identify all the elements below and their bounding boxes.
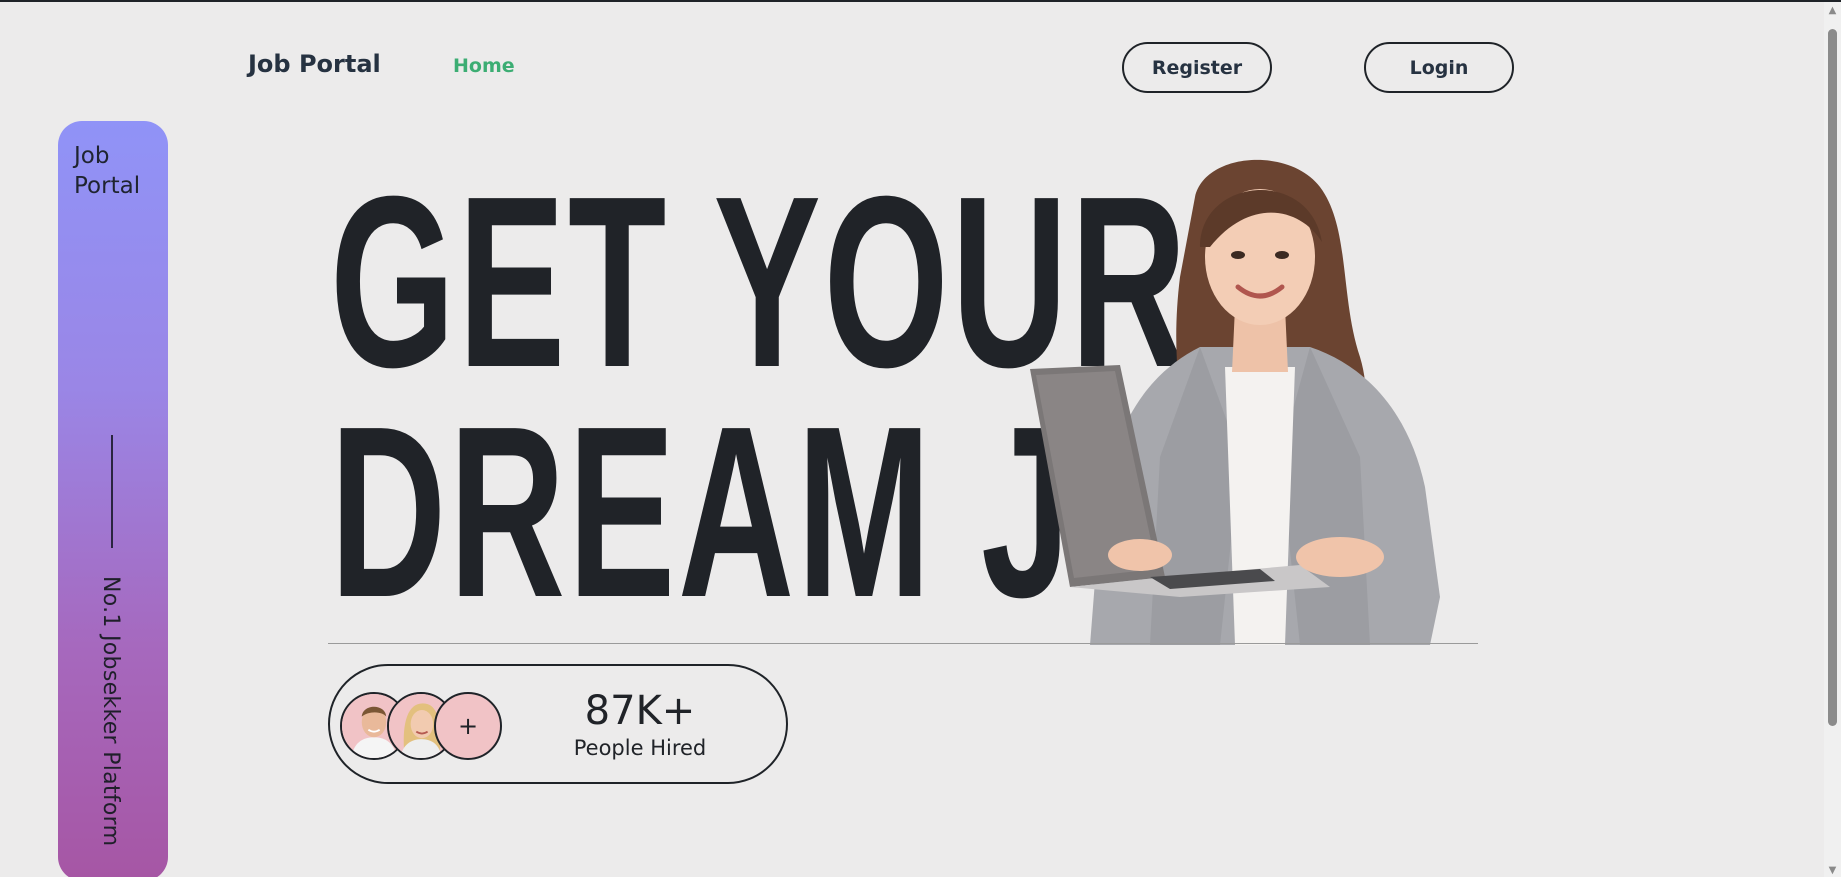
woman-with-laptop-image: [1030, 159, 1440, 645]
vertical-scrollbar[interactable]: ▲ ▼: [1824, 2, 1841, 877]
side-brand-card: Job Portal No.1 Jobsekker Platform: [58, 121, 168, 877]
hero-divider: [328, 643, 1478, 644]
side-card-divider: [111, 435, 113, 548]
brand-logo[interactable]: Job Portal: [248, 50, 381, 78]
login-button[interactable]: Login: [1364, 42, 1514, 93]
scrollbar-thumb[interactable]: [1828, 29, 1837, 726]
register-button[interactable]: Register: [1122, 42, 1272, 93]
scroll-down-arrow-icon[interactable]: ▼: [1824, 862, 1841, 877]
scroll-up-arrow-icon[interactable]: ▲: [1824, 2, 1841, 19]
nav-link-home[interactable]: Home: [453, 55, 515, 77]
more-avatars-button[interactable]: +: [434, 692, 502, 760]
side-card-tagline: No.1 Jobsekker Platform: [98, 576, 123, 847]
people-hired-label: People Hired: [573, 736, 707, 760]
people-hired-stat-card: + 87K+ People Hired: [328, 664, 788, 784]
side-card-title: Job Portal: [74, 143, 141, 199]
page: Job Portal Home Register Login Job Porta…: [0, 0, 1841, 877]
people-hired-count: 87K+: [584, 688, 696, 734]
